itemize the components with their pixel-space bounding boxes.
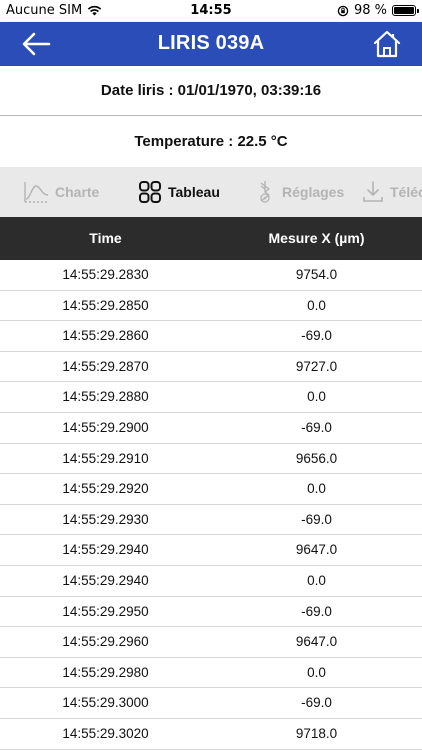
- table-body[interactable]: 14:55:29.2830 9754.0 14:55:29.2850 0.0 14:55…: [0, 260, 422, 750]
- download-icon: [363, 181, 383, 202]
- date-liris: Date liris : 01/01/1970, 03:39:16: [0, 66, 422, 116]
- cell-mesure: 0.0: [307, 572, 326, 588]
- column-header-time: Time: [89, 230, 122, 246]
- navigation-bar: LIRIS 039A: [0, 22, 422, 66]
- cell-time: 14:55:29.2930: [62, 511, 149, 527]
- table-row: 14:55:29.2960 9647.0: [0, 627, 422, 658]
- cell-mesure: 9647.0: [295, 542, 338, 558]
- cell-mesure: -69.0: [301, 328, 332, 344]
- tab-charte[interactable]: Charte: [23, 167, 99, 217]
- table-header: Time Mesure X (µm): [0, 217, 422, 260]
- cell-mesure: 9718.0: [295, 725, 338, 741]
- column-header-mesure: Mesure X (µm): [268, 230, 365, 246]
- cell-time: 14:55:29.3020: [62, 725, 149, 741]
- cell-time: 14:55:29.2850: [62, 297, 149, 313]
- cell-time: 14:55:29.2980: [62, 664, 149, 680]
- status-right: 98 %: [337, 3, 419, 18]
- cell-time: 14:55:29.2860: [62, 328, 149, 344]
- tab-reglages-label: Réglages: [282, 184, 345, 200]
- cell-mesure: -69.0: [301, 511, 332, 527]
- table-row: 14:55:29.2950 -69.0: [0, 597, 422, 628]
- cell-mesure: 9647.0: [295, 634, 338, 650]
- cell-time: 14:55:29.3000: [62, 695, 149, 711]
- table-row: 14:55:29.2930 -69.0: [0, 505, 422, 536]
- temperature: Temperature : 22.5 °C: [0, 117, 422, 167]
- cell-time: 14:55:29.2880: [62, 389, 149, 405]
- cell-mesure: 9727.0: [295, 358, 338, 374]
- tab-bar: Charte Tableau Réglages Téléc: [0, 167, 422, 217]
- home-icon[interactable]: [372, 29, 402, 59]
- settings-bluetooth-icon: [260, 181, 270, 203]
- grid-icon: [139, 181, 161, 203]
- cell-mesure: 0.0: [307, 664, 326, 680]
- table-row: 14:55:29.2880 0.0: [0, 382, 422, 413]
- cell-mesure: 0.0: [307, 481, 326, 497]
- orientation-lock-icon: [337, 5, 349, 16]
- cell-mesure: 0.0: [307, 297, 326, 313]
- tab-telechargement-label: Téléc: [390, 184, 422, 200]
- table-row: 14:55:29.2910 9656.0: [0, 444, 422, 475]
- battery-percent: 98 %: [353, 3, 387, 18]
- cell-time: 14:55:29.2960: [62, 634, 149, 650]
- cell-time: 14:55:29.2920: [62, 481, 149, 497]
- cell-mesure: 0.0: [307, 389, 326, 405]
- tab-reglages[interactable]: Réglages: [254, 167, 344, 217]
- page-title: LIRIS 039A: [157, 32, 265, 54]
- tab-tableau[interactable]: Tableau: [138, 167, 220, 217]
- cell-time: 14:55:29.2940: [62, 542, 149, 558]
- table-row: 14:55:29.2870 9727.0: [0, 352, 422, 383]
- tab-tableau-label: Tableau: [168, 184, 220, 200]
- table-row: 14:55:29.3000 -69.0: [0, 688, 422, 719]
- status-bar: Aucune SIM 14:55 98 %: [0, 0, 422, 22]
- battery-icon: [392, 5, 419, 16]
- cell-time: 14:55:29.2900: [62, 419, 149, 435]
- table-row: 14:55:29.2920 0.0: [0, 474, 422, 505]
- cell-mesure: -69.0: [301, 695, 332, 711]
- cell-time: 14:55:29.2870: [62, 358, 149, 374]
- table-row: 14:55:29.2900 -69.0: [0, 413, 422, 444]
- table-row: 14:55:29.2850 0.0: [0, 291, 422, 322]
- cell-mesure: 9656.0: [295, 450, 338, 466]
- chart-icon: [24, 182, 49, 203]
- cell-mesure: 9754.0: [295, 267, 338, 282]
- table-row: 14:55:29.2940 9647.0: [0, 535, 422, 566]
- table-row: 14:55:29.3020 9718.0: [0, 719, 422, 750]
- table-row: 14:55:29.2940 0.0: [0, 566, 422, 597]
- battery-level: [394, 7, 414, 14]
- table-row: 14:55:29.2980 0.0: [0, 658, 422, 689]
- cell-time: 14:55:29.2940: [62, 572, 149, 588]
- table-row: 14:55:29.2830 9754.0: [0, 260, 422, 291]
- table-row: 14:55:29.2860 -69.0: [0, 321, 422, 352]
- tab-telechargement[interactable]: Téléc: [362, 167, 422, 217]
- cell-mesure: -69.0: [301, 419, 332, 435]
- cell-mesure: -69.0: [301, 603, 332, 619]
- cell-time: 14:55:29.2910: [62, 450, 149, 466]
- tab-charte-label: Charte: [55, 184, 100, 200]
- cell-time: 14:55:29.2950: [62, 603, 149, 619]
- cell-time: 14:55:29.2830: [62, 267, 149, 282]
